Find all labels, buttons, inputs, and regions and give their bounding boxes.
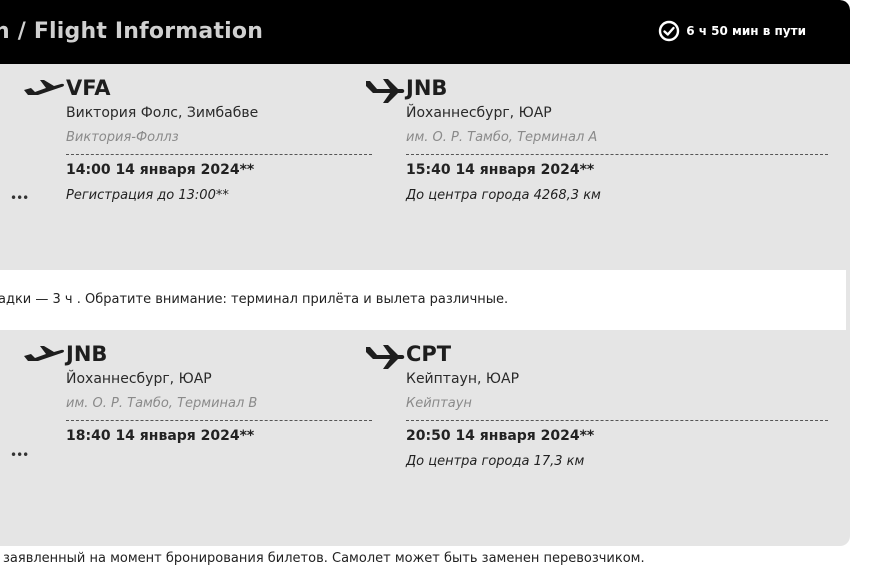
more-options-icon[interactable]: ••• — [10, 448, 29, 462]
divider — [406, 420, 828, 421]
departure-time: 18:40 14 января 2024** — [66, 428, 255, 444]
clock-check-icon — [659, 20, 680, 42]
departure-airport-name: им. О. Р. Тамбо, Терминал B — [66, 396, 258, 411]
departure-city: Йоханнесбург, ЮАР — [66, 371, 212, 387]
divider — [66, 420, 372, 421]
departure-airport-name: Виктория-Фоллз — [66, 130, 179, 145]
arrival-time: 20:50 14 января 2024** — [406, 428, 595, 444]
departure-airport-code: VFA — [66, 76, 111, 100]
plane-landing-icon — [366, 345, 405, 369]
departure-airport-code: JNB — [66, 342, 108, 366]
arrival-time: 15:40 14 января 2024** — [406, 162, 595, 178]
arrival-city: Кейптаун, ЮАР — [406, 371, 520, 387]
distance-to-city: До центра города 17,3 км — [406, 454, 585, 469]
departure-time: 14:00 14 января 2024** — [66, 162, 255, 178]
arrival-airport-name: Кейптаун — [406, 396, 472, 411]
arrival-city: Йоханнесбург, ЮАР — [406, 105, 552, 121]
arrival-airport-name: им. О. Р. Тамбо, Терминал A — [406, 130, 598, 145]
divider — [406, 154, 828, 155]
flight-segment-2: JNB Йоханнесбург, ЮАР им. О. Р. Тамбо, Т… — [0, 330, 850, 546]
duration-text: 6 ч 50 мин в пути — [686, 24, 806, 38]
arrival-airport-code: CPT — [406, 342, 452, 366]
distance-to-city: До центра города 4268,3 км — [406, 188, 601, 203]
travel-duration: 6 ч 50 мин в пути — [658, 20, 806, 42]
transfer-text: адки — 3 ч . Обратите внимание: терминал… — [0, 292, 509, 307]
more-options-icon[interactable]: ••• — [10, 191, 29, 205]
flight-segment-1: VFA Виктория Фолс, Зимбабве Виктория-Фол… — [0, 64, 850, 270]
plane-takeoff-icon — [24, 80, 65, 95]
checkin-note: Регистрация до 13:00** — [66, 188, 229, 203]
plane-takeoff-icon — [24, 346, 65, 361]
flight-info-header: n / Flight Information 6 ч 50 мин в пути — [0, 0, 850, 64]
plane-landing-icon — [366, 79, 405, 103]
aircraft-footnote: заявленный на момент бронирования билето… — [3, 551, 645, 566]
page-title: n / Flight Information — [0, 19, 264, 44]
departure-city: Виктория Фолс, Зимбабве — [66, 105, 259, 121]
arrival-airport-code: JNB — [406, 76, 448, 100]
flight-info-card: n / Flight Information 6 ч 50 мин в пути… — [0, 0, 850, 546]
transfer-notice: адки — 3 ч . Обратите внимание: терминал… — [0, 270, 846, 330]
divider — [66, 154, 372, 155]
